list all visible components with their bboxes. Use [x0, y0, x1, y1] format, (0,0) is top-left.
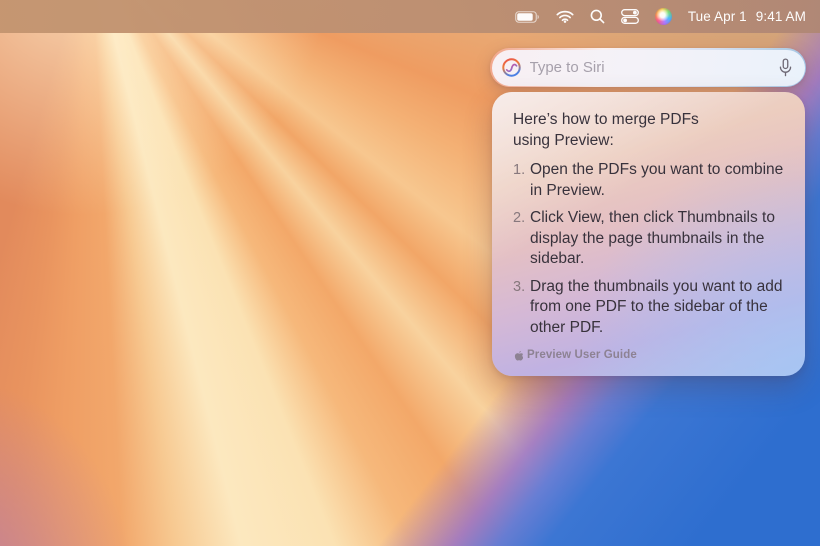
battery-status-item[interactable]: [515, 11, 540, 23]
siri-status-item[interactable]: [655, 8, 672, 25]
siri-icon: [655, 8, 672, 25]
step-text: Open the PDFs you want to combine in Pre…: [530, 160, 786, 201]
menu-bar-time: 9:41 AM: [756, 9, 806, 24]
control-center-status-item[interactable]: [621, 9, 639, 24]
spotlight-status-item[interactable]: [590, 9, 605, 24]
step-number: 2.: [513, 208, 530, 270]
list-item: 3. Drag the thumbnails you want to add f…: [513, 277, 786, 339]
step-text: Click View, then click Thumbnails to dis…: [530, 208, 786, 270]
card-title: Here’s how to merge PDFs using Preview:: [513, 109, 725, 151]
siri-input-glow: [490, 48, 806, 87]
wifi-icon: [556, 10, 574, 23]
search-icon: [590, 9, 605, 24]
apple-logo-icon: [513, 349, 523, 361]
menu-bar: Tue Apr 1 9:41 AM: [0, 0, 820, 33]
control-center-icon: [621, 9, 639, 24]
siri-input[interactable]: [492, 50, 805, 86]
siri-glyph-icon: [501, 57, 522, 78]
source-link-label: Preview User Guide: [527, 349, 637, 361]
siri-text-input[interactable]: [530, 59, 770, 76]
step-number: 3.: [513, 277, 530, 339]
source-link[interactable]: Preview User Guide: [513, 349, 786, 361]
list-item: 2. Click View, then click Thumbnails to …: [513, 208, 786, 270]
list-item: 1. Open the PDFs you want to combine in …: [513, 160, 786, 201]
menu-bar-date: Tue Apr 1: [688, 9, 747, 24]
steps-list: 1. Open the PDFs you want to combine in …: [513, 160, 786, 338]
step-text: Drag the thumbnails you want to add from…: [530, 277, 786, 339]
step-number: 1.: [513, 160, 530, 201]
siri-response-card: Here’s how to merge PDFs using Preview: …: [492, 92, 805, 376]
battery-icon: [515, 11, 540, 23]
menu-bar-clock[interactable]: Tue Apr 1 9:41 AM: [688, 9, 806, 24]
wifi-status-item[interactable]: [556, 10, 574, 23]
microphone-icon[interactable]: [778, 58, 793, 78]
